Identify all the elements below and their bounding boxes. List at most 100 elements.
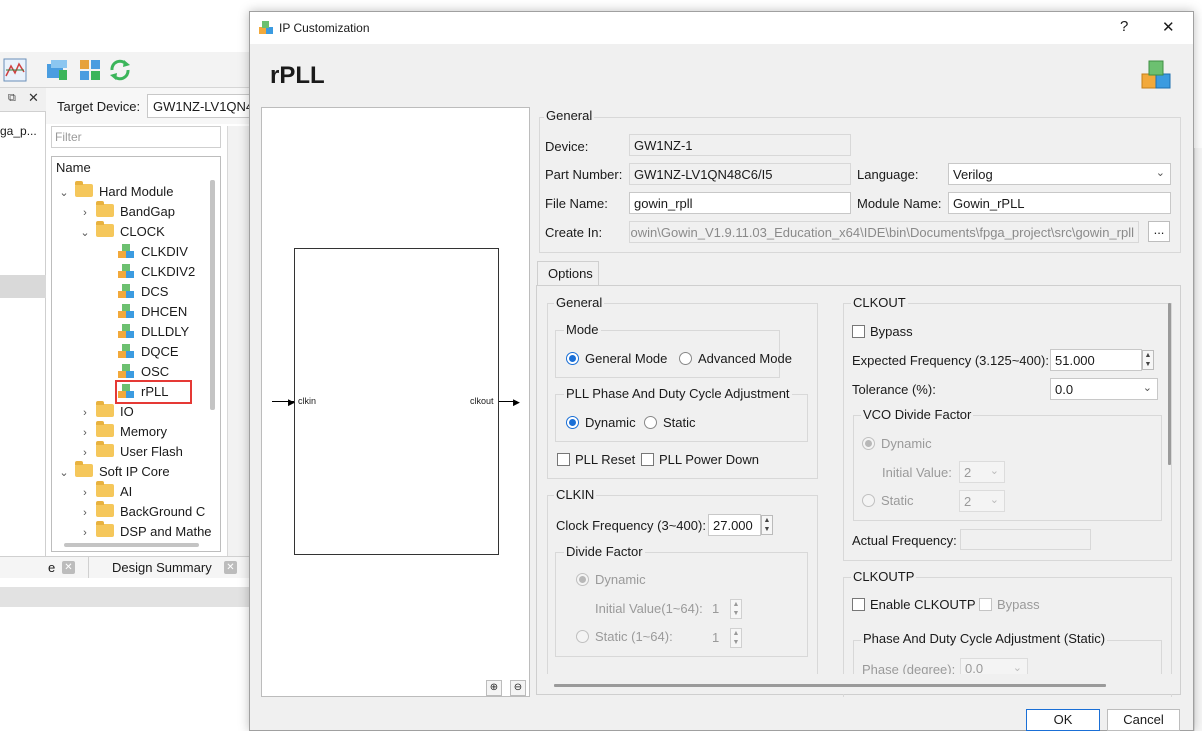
zoom-out-icon[interactable]: ⊖ xyxy=(510,680,526,696)
module-name-label: Module Name: xyxy=(857,196,942,211)
pll-reset-label: PLL Reset xyxy=(575,452,636,467)
create-in-value: Gowin\Gowin_V1.9.11.03_Education_x64\IDE… xyxy=(629,225,1134,240)
chevron-down-icon[interactable]: ⌄ xyxy=(57,463,71,483)
tree-item[interactable]: DLLDLY xyxy=(117,322,189,342)
tree-item[interactable]: DHCEN xyxy=(117,302,187,322)
tree-item-label: IO xyxy=(120,404,134,419)
tree-item[interactable]: › BandGap xyxy=(78,201,175,223)
tab-partial[interactable]: e xyxy=(48,560,55,575)
browse-button[interactable]: ... xyxy=(1148,221,1170,242)
vco-static-select[interactable]: 2 ⌄ xyxy=(959,490,1005,512)
tree-item[interactable]: OSC xyxy=(117,362,169,382)
clock-frequency-field[interactable]: 27.000 xyxy=(708,514,761,536)
tree-item[interactable]: › BackGround C xyxy=(78,501,206,523)
tree-item[interactable]: ⌄ CLOCK xyxy=(78,221,165,243)
tree-item[interactable]: CLKDIV2 xyxy=(117,262,195,282)
folder-icon xyxy=(96,401,114,417)
ok-button[interactable]: OK xyxy=(1026,709,1100,731)
enable-clkoutp-checkbox[interactable]: Enable CLKOUTP xyxy=(852,597,976,612)
ip-tree[interactable]: Name ⌄ Hard Module › BandGap ⌄ CLOCK CLKDIV CLK… xyxy=(51,156,221,552)
vco-static-value: 2 xyxy=(964,494,972,509)
divide-dynamic-radio[interactable]: Dynamic xyxy=(576,572,646,587)
checkbox-icon xyxy=(641,453,654,466)
waveform-icon[interactable] xyxy=(3,58,27,82)
general-group-title: General xyxy=(544,108,595,123)
zoom-in-icon[interactable]: ⊕ xyxy=(486,680,502,696)
left-panel-header: ⧉ ✕ xyxy=(0,88,46,112)
pll-reset-checkbox[interactable]: PLL Reset xyxy=(557,452,635,467)
tree-item[interactable]: › User Flash xyxy=(78,441,183,463)
tree-item[interactable]: › Memory xyxy=(78,421,167,443)
module-name-field[interactable]: Gowin_rPLL xyxy=(948,192,1171,214)
module-grid-icon[interactable] xyxy=(78,58,102,82)
phase-dynamic-radio[interactable]: Dynamic xyxy=(566,415,636,430)
expected-frequency-field[interactable]: 51.000 xyxy=(1050,349,1142,371)
pll-power-down-checkbox[interactable]: PLL Power Down xyxy=(641,452,759,467)
port-clkout: clkout xyxy=(470,396,494,406)
static-value-spinner[interactable]: ▲ ▼ xyxy=(730,628,742,648)
vco-initial-select[interactable]: 2 ⌄ xyxy=(959,461,1005,483)
ip-core-logo-icon xyxy=(1141,60,1171,89)
vco-static-radio[interactable]: Static xyxy=(862,493,914,508)
mode-advanced-radio[interactable]: Advanced Mode xyxy=(679,351,792,366)
chevron-right-icon[interactable]: › xyxy=(78,203,92,223)
tree-item-label: BackGround C xyxy=(120,504,206,519)
tab-options[interactable]: Options xyxy=(537,261,599,286)
chevron-right-icon[interactable]: › xyxy=(78,503,92,523)
tree-item-label: OSC xyxy=(141,364,170,379)
tree-item[interactable]: › DSP and Mathe xyxy=(78,521,212,543)
tree-item[interactable]: › IO xyxy=(78,401,134,423)
ip-cubes-icon xyxy=(118,324,134,338)
phase-static-radio[interactable]: Static xyxy=(644,415,696,430)
close-icon[interactable]: ✕ xyxy=(224,561,237,574)
clkoutp-bypass-checkbox[interactable]: Bypass xyxy=(979,597,1040,612)
chevron-down-icon[interactable]: ⌄ xyxy=(78,223,92,243)
language-select[interactable]: Verilog ⌄ xyxy=(948,163,1171,185)
chevron-right-icon[interactable]: › xyxy=(78,523,92,543)
tree-hscrollbar[interactable] xyxy=(64,543,199,547)
ip-core-icon[interactable] xyxy=(45,58,69,82)
options-vscrollbar[interactable] xyxy=(1168,303,1171,465)
tree-item[interactable]: CLKDIV xyxy=(117,242,188,262)
chevron-right-icon[interactable]: › xyxy=(78,443,92,463)
help-icon[interactable]: ? xyxy=(1120,18,1128,35)
refresh-icon[interactable] xyxy=(108,58,132,82)
tree-item-highlighted[interactable]: rPLL xyxy=(114,380,193,404)
cancel-button[interactable]: Cancel xyxy=(1107,709,1180,731)
radio-icon xyxy=(679,352,692,365)
mode-advanced-label: Advanced Mode xyxy=(698,351,792,366)
tree-item[interactable]: › AI xyxy=(78,481,132,503)
clock-frequency-spinner[interactable]: ▲ ▼ xyxy=(761,515,773,535)
tab-design-summary[interactable]: Design Summary xyxy=(112,560,212,575)
folder-icon xyxy=(96,421,114,437)
file-name-field[interactable]: gowin_rpll xyxy=(629,192,851,214)
chevron-right-icon[interactable]: › xyxy=(78,423,92,443)
options-hscrollbar[interactable] xyxy=(554,684,1106,687)
mode-general-radio[interactable]: General Mode xyxy=(566,351,667,366)
tree-item[interactable]: ⌄ Soft IP Core xyxy=(57,461,170,483)
tree-scrollbar[interactable] xyxy=(210,180,215,410)
divide-static-radio[interactable]: Static (1~64): xyxy=(576,629,673,644)
selected-row[interactable] xyxy=(0,275,46,298)
vco-dynamic-radio[interactable]: Dynamic xyxy=(862,436,932,451)
initial-value-label: Initial Value(1~64): xyxy=(595,601,703,616)
tolerance-select[interactable]: 0.0 ⌄ xyxy=(1050,378,1158,400)
chevron-right-icon[interactable]: › xyxy=(78,403,92,423)
expected-frequency-spinner[interactable]: ▲ ▼ xyxy=(1142,350,1154,370)
tree-item[interactable]: DCS xyxy=(117,282,168,302)
float-icon[interactable]: ⧉ xyxy=(8,92,16,105)
tree-item[interactable]: DQCE xyxy=(117,342,179,362)
tree-item[interactable]: ⌄ Hard Module xyxy=(57,181,173,203)
chevron-right-icon[interactable]: › xyxy=(78,483,92,503)
filter-input[interactable]: Filter xyxy=(51,126,221,148)
checkbox-icon xyxy=(979,598,992,611)
close-icon[interactable]: ✕ xyxy=(1162,18,1175,36)
close-icon[interactable]: ✕ xyxy=(62,561,75,574)
initial-value-spinner[interactable]: ▲ ▼ xyxy=(730,599,742,619)
chevron-down-icon[interactable]: ⌄ xyxy=(57,183,71,203)
close-icon[interactable]: ✕ xyxy=(28,90,39,106)
clkout-bypass-checkbox[interactable]: Bypass xyxy=(852,324,913,339)
target-device-field[interactable]: GW1NZ-LV1QN4 xyxy=(147,94,250,118)
tree-item-label: Soft IP Core xyxy=(99,464,170,479)
left-side-panel xyxy=(0,88,46,558)
